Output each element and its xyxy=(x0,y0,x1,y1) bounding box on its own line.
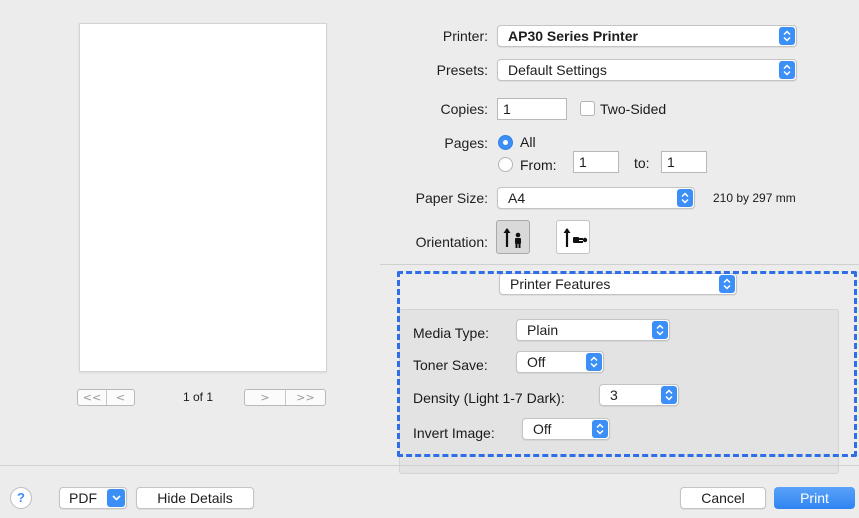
landscape-icon xyxy=(563,228,588,247)
paper-size-label: Paper Size: xyxy=(415,190,488,206)
preview-nav-back-group: << < xyxy=(77,389,135,406)
pdf-label: PDF xyxy=(69,490,97,506)
pages-from-label: From: xyxy=(520,157,557,173)
invert-image-popup[interactable]: Off xyxy=(522,418,610,440)
popup-arrows-icon xyxy=(719,275,735,293)
print-preview-page xyxy=(79,23,327,372)
media-type-popup[interactable]: Plain xyxy=(516,319,670,341)
pages-to-field[interactable]: 1 xyxy=(661,151,707,173)
popup-arrows-icon xyxy=(586,353,602,371)
popup-arrows-icon xyxy=(779,61,795,79)
toner-save-label: Toner Save: xyxy=(413,357,488,373)
popup-arrows-icon xyxy=(677,189,693,207)
last-page-button[interactable]: >> xyxy=(284,390,325,405)
features-section-popup[interactable]: Printer Features xyxy=(499,273,737,295)
page-counter: 1 of 1 xyxy=(183,390,214,404)
toner-save-popup[interactable]: Off xyxy=(516,351,604,373)
invert-image-value: Off xyxy=(533,421,552,437)
help-button[interactable]: ? xyxy=(10,487,32,509)
pages-label: Pages: xyxy=(444,135,488,151)
paper-dimensions: 210 by 297 mm xyxy=(713,191,796,205)
popup-arrows-icon xyxy=(661,386,677,404)
density-popup[interactable]: 3 xyxy=(599,384,679,406)
next-page-button[interactable]: > xyxy=(245,390,285,405)
pages-from-radio[interactable] xyxy=(498,157,513,172)
portrait-orientation-button[interactable] xyxy=(496,220,530,254)
pages-all-label: All xyxy=(520,134,536,150)
portrait-icon xyxy=(503,228,521,248)
presets-popup[interactable]: Default Settings xyxy=(497,59,797,81)
print-button[interactable]: Print xyxy=(774,487,855,509)
printer-popup[interactable]: AP30 Series Printer xyxy=(497,25,797,47)
footer-divider xyxy=(0,465,859,466)
density-value: 3 xyxy=(610,387,618,403)
printer-value: AP30 Series Printer xyxy=(508,28,638,44)
two-sided-checkbox[interactable] xyxy=(580,101,595,116)
previous-page-button[interactable]: < xyxy=(106,390,134,405)
landscape-orientation-button[interactable] xyxy=(556,220,590,254)
pages-from-field[interactable]: 1 xyxy=(573,151,619,173)
paper-size-value: A4 xyxy=(508,190,526,206)
preview-nav-forward-group: > >> xyxy=(244,389,326,406)
copies-field[interactable]: 1 xyxy=(497,98,567,120)
presets-value: Default Settings xyxy=(508,62,607,78)
two-sided-label: Two-Sided xyxy=(600,101,667,117)
cancel-button[interactable]: Cancel xyxy=(680,487,766,509)
orientation-label: Orientation: xyxy=(415,234,488,250)
invert-image-label: Invert Image: xyxy=(413,425,495,441)
copies-label: Copies: xyxy=(440,101,488,117)
chevron-down-icon xyxy=(107,489,125,507)
features-section-value: Printer Features xyxy=(510,276,611,292)
media-type-value: Plain xyxy=(527,322,559,338)
section-divider xyxy=(380,264,859,265)
popup-arrows-icon xyxy=(779,27,795,45)
density-label: Density (Light 1-7 Dark): xyxy=(413,390,565,406)
printer-label: Printer: xyxy=(442,28,488,44)
toner-save-value: Off xyxy=(527,354,546,370)
media-type-label: Media Type: xyxy=(413,325,490,341)
first-page-button[interactable]: << xyxy=(78,390,106,405)
pages-to-label: to: xyxy=(634,155,650,171)
hide-details-button[interactable]: Hide Details xyxy=(136,487,254,509)
presets-label: Presets: xyxy=(436,62,488,78)
pdf-menu-button[interactable]: PDF xyxy=(59,487,127,509)
popup-arrows-icon xyxy=(592,420,608,438)
popup-arrows-icon xyxy=(652,321,668,339)
pages-all-radio[interactable] xyxy=(498,135,513,150)
paper-size-popup[interactable]: A4 xyxy=(497,187,695,209)
